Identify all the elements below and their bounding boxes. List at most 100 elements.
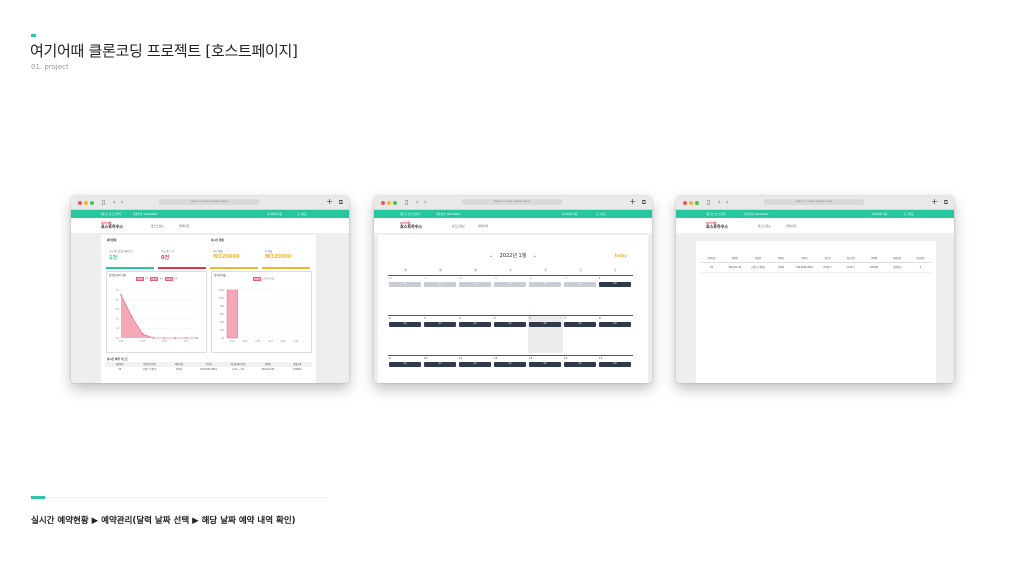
use-link[interactable]: 여기어때 이용 [267,212,282,216]
chevron-left-icon[interactable]: ‹ [718,199,720,206]
reservation-day-button[interactable]: 예약 [424,322,456,327]
calendar-day-cell[interactable]: 14 예약 [563,355,598,383]
calendar-day-cell[interactable]: 10 예약 [423,355,458,383]
reservation-day-button[interactable]: 예약 [564,282,596,287]
nav-host-info[interactable]: 호스트정보 [151,224,164,228]
calendar-day-cell[interactable]: 31 예약 [563,275,598,313]
calendar-day-cell[interactable]: 8 예약 [598,315,633,353]
new-tab-button[interactable]: + [326,198,333,206]
calendar-day-cell[interactable]: 29 예약 [493,275,528,313]
reservation-day-button[interactable]: 예약 [494,322,526,327]
logout-link[interactable]: 로그아웃 [297,212,307,216]
close-window-button[interactable] [381,201,385,205]
sidebar-icon[interactable]: ▯ [707,199,710,206]
site-logo[interactable]: 여기어때 호스트하우스 [101,221,123,229]
reservation-day-button[interactable]: 예약 [494,362,526,367]
calendar-day-cell[interactable]: 6 예약 [528,315,563,353]
calendar-day-cell[interactable]: 27 예약 [423,275,458,313]
prev-month-button[interactable]: ◂ [490,254,492,258]
chevron-left-icon[interactable]: ‹ [416,199,418,206]
reservation-day-button[interactable]: 예약 [459,282,491,287]
maximize-window-button[interactable] [393,201,397,205]
minimize-window-button[interactable] [689,201,693,205]
calendar-day-cell[interactable]: 12 예약 [493,355,528,383]
use-link[interactable]: 여기어때 이용 [562,212,577,216]
chevron-right-icon[interactable]: › [121,199,123,206]
reservation-day-button[interactable]: 예약 [599,282,631,287]
logout-link[interactable]: 로그아웃 [596,212,606,216]
address-bar[interactable]: Search or enter website name [159,199,259,205]
close-window-button[interactable] [78,201,82,205]
minimize-window-button[interactable] [387,201,391,205]
site-logo[interactable]: 여기어때 호스트하우스 [706,221,728,229]
reservation-day-button[interactable]: 예약 [599,362,631,367]
phone-label: 대표번호 1644-6007 [133,212,158,216]
close-window-button[interactable] [683,201,687,205]
nav-host-info[interactable]: 호스트정보 [452,224,465,228]
tabs-overview-icon[interactable]: ⧉ [944,199,948,206]
sales-section-title: 실시간 매출 [211,239,224,242]
host-center-label: 제트호 호스트센터 [706,212,726,216]
reservation-day-button[interactable]: 예약 [459,322,491,327]
tabs-overview-icon[interactable]: ⧉ [339,199,343,206]
reservation-day-button[interactable]: 예약 [564,362,596,367]
calendar-day-cell[interactable]: 26 예약 [388,275,423,313]
reservation-day-button[interactable]: 예약 [459,362,491,367]
site-top-bar: 제트호 호스트센터 대표번호 1644-6007 여기어때 이용 로그아웃 [374,210,652,218]
minimize-window-button[interactable] [84,201,88,205]
sidebar-icon[interactable]: ▯ [102,199,105,206]
nav-reservation[interactable]: 예약관리 [786,224,796,228]
calendar-day-number: 9 [389,357,391,360]
calendar-day-cell[interactable]: 11 예약 [458,355,493,383]
maximize-window-button[interactable] [695,201,699,205]
reservation-day-button[interactable]: 예약 [529,362,561,367]
address-bar[interactable]: Search or enter website name [764,199,864,205]
reservation-day-button[interactable]: 예약 [389,362,421,367]
tabs-overview-icon[interactable]: ⧉ [642,199,646,206]
calendar-day-cell[interactable]: 7 예약 [563,315,598,353]
maximize-window-button[interactable] [90,201,94,205]
logout-link[interactable]: 로그아웃 [904,212,914,216]
use-link[interactable]: 여기어때 이용 [872,212,887,216]
y-tick-label: 5.0 [116,289,120,292]
table-row[interactable]: 35 스위트 2 명(2) 이박원 010-6536-3061 1/11 ~ 1… [105,367,312,372]
reservation-day-button[interactable]: 예약 [599,322,631,327]
table-cell: 010-6536-3061 [200,368,217,371]
table-cell: 확인완료 [893,266,902,269]
chevron-right-icon[interactable]: › [726,199,728,206]
calendar-day-cell[interactable]: 1 예약 [598,275,633,313]
reservation-day-button[interactable]: 예약 [529,322,561,327]
today-button[interactable]: Today [614,253,627,258]
calendar-day-cell[interactable]: 3 예약 [423,315,458,353]
reservation-day-button[interactable]: 예약 [424,282,456,287]
next-month-button[interactable]: ▸ [534,254,536,258]
calendar-day-cell[interactable]: 28 예약 [458,275,493,313]
chevron-left-icon[interactable]: ‹ [113,199,115,206]
nav-reservation[interactable]: 예약관리 [478,224,488,228]
table-row[interactable]: 35 2022-01-06 스위트 2 명(2) 이박원 010-6536-30… [700,263,932,273]
calendar-day-cell[interactable]: 2 예약 [388,315,423,353]
address-bar[interactable]: Search or enter website name [462,199,562,205]
calendar-day-cell[interactable]: 30 예약 [528,275,563,313]
calendar-day-cell[interactable]: 15 예약 [598,355,633,383]
reservation-day-button[interactable]: 예약 [564,322,596,327]
dashboard-screenshot: ▯ ‹ › Search or enter website name + ⧉ 제… [71,196,349,383]
calendar-day-cell[interactable]: 4 예약 [458,315,493,353]
reservation-day-button[interactable]: 예약 [529,282,561,287]
site-logo[interactable]: 여기어때 호스트하우스 [400,221,422,229]
reservation-day-button[interactable]: 예약 [494,282,526,287]
reservation-day-button[interactable]: 예약 [389,282,421,287]
new-tab-button[interactable]: + [629,198,636,206]
reservation-day-button[interactable]: 예약 [424,362,456,367]
calendar-day-cell[interactable]: 13 예약 [528,355,563,383]
calendar-day-number: 7 [564,317,566,320]
y-tick-label: 60k [220,313,225,316]
nav-reservation[interactable]: 예약관리 [179,224,189,228]
sidebar-icon[interactable]: ▯ [405,199,408,206]
calendar-day-cell[interactable]: 5 예약 [493,315,528,353]
reservation-day-button[interactable]: 예약 [389,322,421,327]
chevron-right-icon[interactable]: › [424,199,426,206]
calendar-day-cell[interactable]: 9 예약 [388,355,423,383]
nav-host-info[interactable]: 호스트정보 [758,224,771,228]
new-tab-button[interactable]: + [931,198,938,206]
